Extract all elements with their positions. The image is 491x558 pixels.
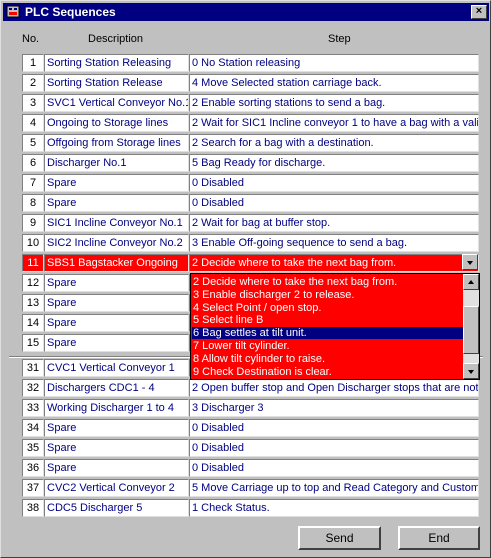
row-description[interactable]: Spare — [44, 314, 189, 332]
row-step[interactable]: 5 Move Carriage up to top and Read Categ… — [189, 479, 479, 497]
row-step[interactable]: 2 Enable sorting stations to send a bag. — [189, 94, 479, 112]
row-number: 8 — [22, 194, 44, 212]
dropdown-option[interactable]: 6 Bag settles at tilt unit. — [192, 327, 464, 340]
row-number: 33 — [22, 399, 44, 417]
end-button[interactable]: End — [398, 526, 480, 550]
row-number: 37 — [22, 479, 44, 497]
scroll-down-icon[interactable] — [463, 363, 479, 379]
row-number: 31 — [22, 359, 44, 377]
step-dropdown-arrow-icon[interactable] — [462, 254, 478, 270]
row-description[interactable]: Ongoing to Storage lines — [44, 114, 189, 132]
row-step[interactable]: 5 Bag Ready for discharge. — [189, 154, 479, 172]
row-step[interactable]: 2 Wait for bag at buffer stop. — [189, 214, 479, 232]
row-description[interactable]: Offgoing from Storage lines — [44, 134, 189, 152]
row-number: 11 — [22, 254, 44, 272]
row-number: 35 — [22, 439, 44, 457]
row-description[interactable]: Spare — [44, 419, 189, 437]
row-step[interactable]: 2 Search for a bag with a destination. — [189, 134, 479, 152]
row-step[interactable]: 4 Move Selected station carriage back. — [189, 74, 479, 92]
dropdown-scrollbar[interactable] — [463, 274, 479, 379]
window-title: PLC Sequences — [25, 5, 116, 19]
app-icon — [6, 5, 20, 18]
row-number: 15 — [22, 334, 44, 352]
row-description[interactable]: Working Discharger 1 to 4 — [44, 399, 189, 417]
row-number: 13 — [22, 294, 44, 312]
row-number: 9 — [22, 214, 44, 232]
row-description[interactable]: Spare — [44, 439, 189, 457]
send-button[interactable]: Send — [298, 526, 381, 550]
row-number: 2 — [22, 74, 44, 92]
row-step[interactable]: 2 Decide where to take the next bag from… — [189, 254, 479, 272]
row-step[interactable]: 0 Disabled — [189, 194, 479, 212]
row-number: 32 — [22, 379, 44, 397]
row-description[interactable]: Spare — [44, 459, 189, 477]
row-description[interactable]: CVC2 Vertical Conveyor 2 — [44, 479, 189, 497]
scroll-thumb[interactable] — [463, 306, 479, 354]
row-step[interactable]: 2 Wait for SIC1 Incline conveyor 1 to ha… — [189, 114, 479, 132]
dropdown-option[interactable]: 4 Select Point / open stop. — [192, 302, 464, 314]
row-number: 5 — [22, 134, 44, 152]
header-description: Description — [88, 33, 144, 45]
row-number: 34 — [22, 419, 44, 437]
dropdown-option[interactable]: 8 Allow tilt cylinder to raise. — [192, 353, 464, 365]
header-step: Step — [328, 33, 351, 45]
row-number: 7 — [22, 174, 44, 192]
dropdown-option[interactable]: 3 Enable discharger 2 to release. — [192, 289, 464, 301]
row-step[interactable]: 2 Open buffer stop and Open Discharger s… — [189, 379, 479, 397]
row-number: 36 — [22, 459, 44, 477]
row-description[interactable]: CDC5 Discharger 5 — [44, 499, 189, 517]
row-number: 10 — [22, 234, 44, 252]
row-description[interactable]: Discharger No.1 — [44, 154, 189, 172]
row-description[interactable]: SIC1 Incline Conveyor No.1 — [44, 214, 189, 232]
dropdown-option[interactable]: 5 Select line B — [192, 314, 464, 326]
row-description[interactable]: SIC2 Incline Conveyor No.2 — [44, 234, 189, 252]
row-step[interactable]: 0 Disabled — [189, 174, 479, 192]
row-number: 38 — [22, 499, 44, 517]
row-step[interactable]: 0 No Station releasing — [189, 54, 479, 72]
row-number: 1 — [22, 54, 44, 72]
row-description[interactable]: CVC1 Vertical Conveyor 1 — [44, 359, 189, 377]
row-number: 14 — [22, 314, 44, 332]
header-no: No. — [22, 33, 40, 45]
row-step[interactable]: 1 Check Status. — [189, 499, 479, 517]
row-step[interactable]: 0 Disabled — [189, 419, 479, 437]
title-bar: PLC Sequences × — [3, 3, 489, 21]
row-step[interactable]: 3 Enable Off-going sequence to send a ba… — [189, 234, 479, 252]
row-step[interactable]: 0 Disabled — [189, 439, 479, 457]
plc-sequences-window: PLC Sequences × No. Description Step 1 So… — [0, 0, 491, 558]
row-description[interactable]: Dischargers CDC1 - 4 — [44, 379, 189, 397]
dropdown-option[interactable]: 9 Check Destination is clear. — [192, 366, 464, 378]
row-description[interactable]: Spare — [44, 174, 189, 192]
row-description[interactable]: SVC1 Vertical Conveyor No.1 — [44, 94, 189, 112]
row-step[interactable]: 0 Disabled — [189, 459, 479, 477]
close-icon[interactable]: × — [471, 5, 487, 19]
scroll-up-icon[interactable] — [463, 274, 479, 290]
row-description[interactable]: Spare — [44, 274, 189, 292]
row-number: 3 — [22, 94, 44, 112]
row-number: 6 — [22, 154, 44, 172]
step-dropdown-list[interactable]: 2 Decide where to take the next bag from… — [190, 273, 480, 380]
row-description[interactable]: SBS1 Bagstacker Ongoing — [44, 254, 189, 272]
dropdown-option[interactable]: 2 Decide where to take the next bag from… — [192, 276, 464, 288]
row-description[interactable]: Sorting Station Release — [44, 74, 189, 92]
row-number: 12 — [22, 274, 44, 292]
row-description[interactable]: Sorting Station Releasing — [44, 54, 189, 72]
row-description[interactable]: Spare — [44, 194, 189, 212]
dropdown-option[interactable]: 7 Lower tilt cylinder. — [192, 340, 464, 352]
row-number: 4 — [22, 114, 44, 132]
row-step[interactable]: 3 Discharger 3 — [189, 399, 479, 417]
row-description[interactable]: Spare — [44, 294, 189, 312]
row-description[interactable]: Spare — [44, 334, 189, 352]
